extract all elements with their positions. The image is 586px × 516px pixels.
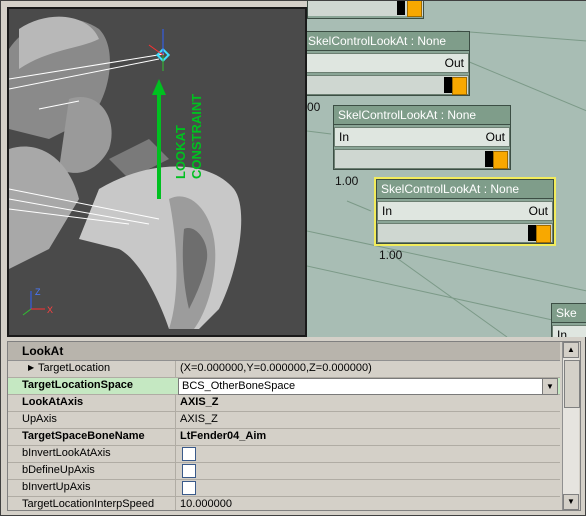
node-2-out-pin[interactable]: Out	[486, 128, 505, 146]
b-define-up-axis-checkbox[interactable]	[182, 464, 196, 478]
properties-category-header[interactable]: LookAt	[8, 342, 560, 361]
node-1-pin-row: Out	[307, 53, 469, 73]
prop-name-target-space-bone-name: TargetSpaceBoneName	[22, 430, 145, 442]
editor-window: Z X LOOKAT CONSTRAINT SkelControlLookAt …	[0, 0, 586, 516]
node-3-out-pin[interactable]: Out	[529, 202, 548, 220]
prop-name-b-invert-lookat-axis: bInvertLookAtAxis	[22, 447, 111, 459]
viewport-scene: Z X LOOKAT CONSTRAINT	[9, 16, 242, 329]
b-invert-lookat-axis-checkbox[interactable]	[182, 447, 196, 461]
node-4-in-pin[interactable]: In	[557, 326, 567, 337]
node-2-title: SkelControlLookAt : None	[334, 106, 510, 125]
node-1-value: 00	[307, 100, 321, 114]
prop-row-b-invert-lookat-axis[interactable]: bInvertLookAtAxis	[8, 446, 560, 463]
scrollbar-thumb[interactable]	[564, 360, 580, 408]
prop-row-target-location[interactable]: ▶ TargetLocation (X=0.000000,Y=0.000000,…	[8, 361, 560, 378]
node-3-in-pin[interactable]: In	[382, 202, 392, 220]
node-4-pin-row: In	[552, 325, 586, 337]
b-invert-up-axis-checkbox[interactable]	[182, 481, 196, 495]
prop-name-up-axis: UpAxis	[22, 413, 57, 425]
properties-panel: LookAt ▶ TargetLocation (X=0.000000,Y=0.…	[7, 341, 581, 511]
prop-row-b-define-up-axis[interactable]: bDefineUpAxis	[8, 463, 560, 480]
node-2-pin-row: In Out	[334, 127, 510, 147]
node-3-value: 1.00	[379, 248, 403, 262]
skel-control-lookat-node-3[interactable]: SkelControlLookAt : None In Out	[374, 177, 556, 246]
prop-row-up-axis[interactable]: UpAxis AXIS_Z	[8, 412, 560, 429]
node-3-pin-row: In Out	[377, 201, 553, 221]
prop-name-b-invert-up-axis: bInvertUpAxis	[22, 481, 91, 493]
prop-name-b-define-up-axis: bDefineUpAxis	[22, 464, 95, 476]
target-location-space-dropdown[interactable]: BCS_OtherBoneSpace ▼	[178, 378, 558, 395]
3d-viewport[interactable]: Z X LOOKAT CONSTRAINT	[7, 7, 307, 337]
prop-name-target-location-space: TargetLocationSpace	[22, 379, 134, 391]
node-4-title: Ske	[552, 304, 586, 323]
node-2-in-pin[interactable]: In	[339, 128, 349, 146]
lookat-label: LOOKAT	[173, 125, 188, 179]
prop-name-target-location: TargetLocation	[38, 362, 111, 374]
prop-value-target-location-interp-speed[interactable]: 10.000000	[180, 498, 232, 510]
node-2-value: 1.00	[335, 174, 359, 188]
prop-row-lookat-axis[interactable]: LookAtAxis AXIS_Z	[8, 395, 560, 412]
node-partial-top[interactable]	[307, 1, 424, 19]
node-2-strength-bar[interactable]	[334, 149, 510, 169]
prop-name-target-location-interp-speed: TargetLocationInterpSpeed	[22, 498, 155, 510]
axis-x-label: X	[47, 305, 53, 315]
constraint-label: CONSTRAINT	[189, 94, 204, 179]
skel-control-lookat-node-2[interactable]: SkelControlLookAt : None In Out	[333, 105, 511, 170]
expand-triangle-icon[interactable]: ▶	[28, 363, 34, 372]
category-lookat-label: LookAt	[22, 344, 64, 358]
node-3-strength-bar[interactable]	[377, 223, 553, 243]
skel-control-node-4-partial[interactable]: Ske In	[551, 303, 586, 337]
node-3-title: SkelControlLookAt : None	[377, 180, 553, 199]
prop-value-target-location[interactable]: (X=0.000000,Y=0.000000,Z=0.000000)	[180, 362, 372, 374]
chevron-down-icon[interactable]: ▼	[542, 379, 557, 394]
prop-value-target-space-bone-name[interactable]: LtFender04_Aim	[180, 430, 266, 442]
prop-row-target-location-space[interactable]: TargetLocationSpace BCS_OtherBoneSpace ▼	[8, 378, 560, 395]
node-partial-top-bar[interactable]	[308, 1, 423, 17]
prop-value-lookat-axis[interactable]: AXIS_Z	[180, 396, 219, 408]
target-location-space-value: BCS_OtherBoneSpace	[182, 380, 296, 392]
scroll-up-arrow-icon[interactable]: ▲	[563, 342, 579, 358]
properties-scrollbar[interactable]: ▲ ▼	[562, 342, 580, 510]
prop-row-target-space-bone-name[interactable]: TargetSpaceBoneName LtFender04_Aim	[8, 429, 560, 446]
anim-tree-graph[interactable]: SkelControlLookAt : None Out 00 SkelCont…	[307, 1, 586, 337]
prop-row-target-location-interp-speed[interactable]: TargetLocationInterpSpeed 10.000000	[8, 497, 560, 510]
node-1-title: SkelControlLookAt : None	[307, 32, 469, 51]
scroll-down-arrow-icon[interactable]: ▼	[563, 494, 579, 510]
prop-name-lookat-axis: LookAtAxis	[22, 396, 84, 408]
prop-row-b-invert-up-axis[interactable]: bInvertUpAxis	[8, 480, 560, 497]
axis-z-label: Z	[35, 287, 41, 297]
skel-control-lookat-node-1[interactable]: SkelControlLookAt : None Out	[307, 31, 470, 96]
node-1-strength-bar[interactable]	[307, 75, 469, 95]
node-1-out-pin[interactable]: Out	[445, 54, 464, 72]
prop-value-up-axis[interactable]: AXIS_Z	[180, 413, 218, 425]
